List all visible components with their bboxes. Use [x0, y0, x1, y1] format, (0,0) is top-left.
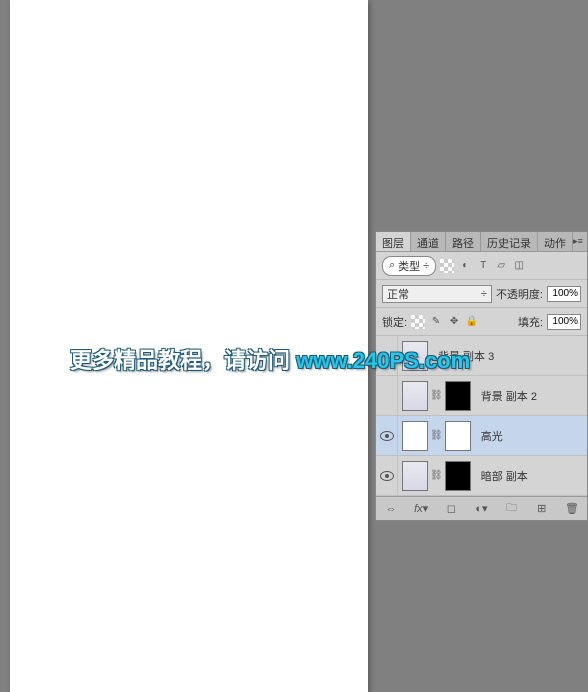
- document-canvas[interactable]: [10, 0, 368, 692]
- tab-actions[interactable]: 动作: [538, 232, 573, 251]
- filter-row: ⌕ 类型 ÷ ◐ T ▱ ◫: [376, 252, 587, 280]
- filter-smart-icon[interactable]: ◫: [512, 259, 526, 273]
- layer-row[interactable]: 背景 副本 3: [376, 336, 587, 376]
- visibility-toggle[interactable]: [376, 456, 398, 495]
- eye-icon: [380, 431, 394, 441]
- lock-all-icon[interactable]: 🔒: [465, 315, 479, 329]
- mask-link-icon[interactable]: ⛓: [430, 390, 443, 401]
- opacity-input[interactable]: [547, 286, 581, 302]
- layer-row[interactable]: ⛓ 背景 副本 2: [376, 376, 587, 416]
- lock-row: 锁定: ✎ ✥ 🔒 填充:: [376, 308, 587, 336]
- opacity-label: 不透明度:: [496, 286, 543, 302]
- chevron-updown-icon: ÷: [423, 260, 429, 272]
- fx-icon[interactable]: fx▾: [412, 500, 430, 518]
- lock-label: 锁定:: [382, 314, 407, 330]
- tab-layers[interactable]: 图层: [376, 232, 411, 251]
- mask-thumbnail[interactable]: [445, 421, 471, 451]
- layer-name[interactable]: 背景 副本 3: [432, 348, 581, 364]
- layer-list: 背景 副本 3 ⛓ 背景 副本 2 ⛓ 高光 ⛓: [376, 336, 587, 496]
- fill-input[interactable]: [547, 314, 581, 330]
- layers-panel: ▸≡ 图层 通道 路径 历史记录 动作 ⌕ 类型 ÷ ◐ T ▱ ◫ 正常 ÷ …: [375, 231, 588, 521]
- new-layer-icon[interactable]: ⊞: [533, 500, 551, 518]
- layer-row[interactable]: ⛓ 暗部 副本: [376, 456, 587, 496]
- layer-name[interactable]: 背景 副本 2: [475, 388, 581, 404]
- layer-name[interactable]: 高光: [475, 428, 581, 444]
- adjustment-layer-icon[interactable]: ◐▾: [472, 500, 490, 518]
- mask-thumbnail[interactable]: [445, 461, 471, 491]
- filter-type-select[interactable]: ⌕ 类型 ÷: [382, 256, 436, 276]
- layer-thumbnail[interactable]: [402, 461, 428, 491]
- panel-bottom-bar: ⇔ fx▾ ◻ ◐▾ 🗀 ⊞ 🗑: [376, 496, 587, 520]
- visibility-toggle[interactable]: [376, 416, 398, 455]
- filter-pixel-icon[interactable]: [440, 259, 454, 273]
- filter-type-icon[interactable]: T: [476, 259, 490, 273]
- tab-paths[interactable]: 路径: [446, 232, 481, 251]
- mask-thumbnail[interactable]: [445, 381, 471, 411]
- filter-adjust-icon[interactable]: ◐: [458, 259, 472, 273]
- tab-channels[interactable]: 通道: [411, 232, 446, 251]
- visibility-toggle[interactable]: [376, 336, 398, 375]
- layer-thumbnail[interactable]: [402, 421, 428, 451]
- filter-type-label: 类型: [398, 258, 420, 274]
- layer-thumbnail[interactable]: [402, 341, 428, 371]
- search-icon: ⌕: [389, 259, 395, 272]
- mask-link-icon[interactable]: ⛓: [430, 470, 443, 481]
- new-group-icon[interactable]: 🗀: [503, 500, 521, 518]
- blend-mode-value: 正常: [387, 286, 409, 302]
- visibility-toggle[interactable]: [376, 376, 398, 415]
- layer-name[interactable]: 暗部 副本: [475, 468, 581, 484]
- layer-thumbnail[interactable]: [402, 381, 428, 411]
- chevron-updown-icon: ÷: [481, 288, 487, 300]
- layer-row[interactable]: ⛓ 高光: [376, 416, 587, 456]
- eye-icon: [380, 471, 394, 481]
- panel-tabs: 图层 通道 路径 历史记录 动作: [376, 232, 587, 252]
- add-mask-icon[interactable]: ◻: [442, 500, 460, 518]
- filter-shape-icon[interactable]: ▱: [494, 259, 508, 273]
- lock-position-icon[interactable]: ✥: [447, 315, 461, 329]
- blend-mode-select[interactable]: 正常 ÷: [382, 285, 492, 303]
- panel-menu-icon[interactable]: ▸≡: [571, 234, 585, 248]
- lock-pixels-icon[interactable]: ✎: [429, 315, 443, 329]
- tab-history[interactable]: 历史记录: [481, 232, 538, 251]
- lock-transparency-icon[interactable]: [411, 315, 425, 329]
- delete-layer-icon[interactable]: 🗑: [563, 500, 581, 518]
- link-layers-icon[interactable]: ⇔: [382, 500, 400, 518]
- blend-row: 正常 ÷ 不透明度:: [376, 280, 587, 308]
- mask-link-icon[interactable]: ⛓: [430, 430, 443, 441]
- fill-label: 填充:: [518, 314, 543, 330]
